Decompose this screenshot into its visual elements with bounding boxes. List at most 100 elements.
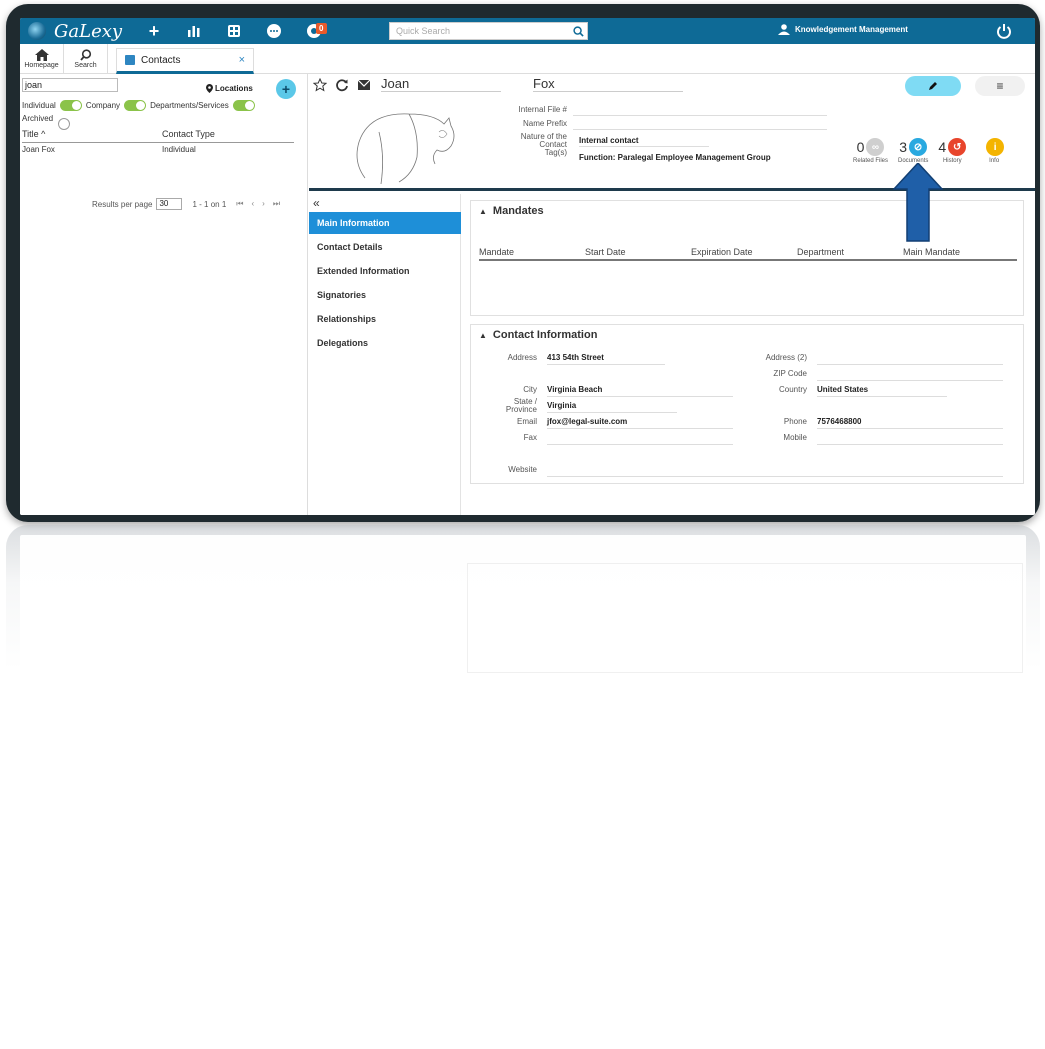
related-files-stat[interactable]: 0 ∞ Related Files: [853, 138, 888, 164]
reflection-screen: [20, 535, 1026, 673]
city-label: City: [523, 385, 537, 394]
refresh-icon[interactable]: [335, 78, 349, 92]
chat-icon[interactable]: [264, 21, 284, 41]
filter-departments-label: Departments/Services: [150, 101, 229, 110]
hamburger-menu-button[interactable]: ≡: [975, 76, 1025, 96]
list-header: Title ^ Contact Type: [22, 129, 294, 143]
history-count: 4: [938, 139, 947, 155]
user-menu[interactable]: Knowledgement Management: [778, 24, 908, 35]
history-icon: ↺: [948, 138, 967, 156]
homepage-button[interactable]: Homepage: [20, 44, 64, 74]
address-field[interactable]: 413 54th Street: [547, 353, 665, 365]
address-label: Address: [507, 353, 537, 362]
pagination: Results per page 30 1 - 1 on 1 ⏮‹›⏭: [92, 198, 288, 210]
close-icon[interactable]: ×: [239, 54, 245, 66]
nav-delegations[interactable]: Delegations: [309, 332, 461, 354]
tab-contacts-label: Contacts: [141, 54, 181, 66]
search-icon[interactable]: [569, 22, 587, 40]
nav-extended-information[interactable]: Extended Information: [309, 260, 461, 282]
results-per-page-input[interactable]: 30: [156, 198, 183, 210]
stats-icon[interactable]: [184, 21, 204, 41]
locations-label: Locations: [215, 84, 253, 93]
mandates-table-header: Mandate Start Date Expiration Date Depar…: [479, 245, 1017, 261]
search-nav-button[interactable]: Search: [64, 44, 108, 74]
contact-type-column-header[interactable]: Contact Type: [162, 129, 215, 139]
zip-label: ZIP Code: [773, 369, 807, 378]
contact-information-section: ▲ Contact Information Address 413 54th St…: [470, 324, 1024, 484]
related-files-label: Related Files: [853, 158, 889, 164]
history-stat[interactable]: 4 ↺ History: [938, 138, 967, 164]
nature-of-contact-field[interactable]: Internal contact: [579, 136, 709, 147]
state-label: State / Province: [505, 397, 537, 414]
contact-search-input[interactable]: joan: [22, 78, 118, 92]
country-field[interactable]: United States: [817, 385, 947, 397]
tab-contacts[interactable]: Contacts ×: [116, 48, 254, 74]
website-label: Website: [508, 465, 537, 474]
last-name-field[interactable]: Fox: [533, 76, 683, 92]
address2-field[interactable]: [817, 353, 1003, 365]
edit-button[interactable]: [905, 76, 961, 96]
nav-contact-details[interactable]: Contact Details: [309, 236, 461, 258]
contact-card-icon: [125, 55, 135, 65]
section-nav: « Main Information Contact Details Exten…: [309, 194, 461, 515]
fax-field[interactable]: [547, 433, 733, 445]
nav-relationships[interactable]: Relationships: [309, 308, 461, 330]
logo-orb-icon: [28, 22, 46, 40]
mobile-field[interactable]: [817, 433, 1003, 445]
notifications-icon[interactable]: 0: [304, 21, 327, 41]
top-bar: GaLexy + 0 Quick Search Knowledgement Ma…: [20, 18, 1035, 44]
quick-search-input[interactable]: Quick Search: [389, 22, 588, 40]
star-icon[interactable]: [313, 78, 327, 92]
internal-file-field[interactable]: [573, 105, 827, 116]
locations-button[interactable]: Locations: [206, 84, 253, 93]
calculator-icon[interactable]: [224, 21, 244, 41]
info-stat[interactable]: i Info: [984, 138, 1005, 164]
add-contact-button[interactable]: +: [276, 79, 296, 99]
results-range: 1 - 1 on 1: [192, 199, 227, 209]
state-field[interactable]: Virginia: [547, 401, 677, 413]
nature-label: Nature of the Contact Tag(s): [520, 132, 567, 157]
info-icon: i: [986, 138, 1005, 156]
mandates-title[interactable]: ▲ Mandates: [479, 205, 544, 217]
user-name: Knowledgement Management: [795, 25, 908, 34]
nav-signatories[interactable]: Signatories: [309, 284, 461, 306]
email-label: Email: [516, 417, 537, 426]
documents-stat[interactable]: 3 ⊘ Documents: [898, 138, 928, 164]
paperclip-icon: ⊘: [909, 138, 928, 156]
website-field[interactable]: [547, 465, 1003, 477]
pager-arrows-icon[interactable]: ⏮‹›⏭: [236, 199, 288, 209]
phone-field[interactable]: 7576468800: [817, 417, 1003, 429]
table-row[interactable]: Joan Fox Individual: [22, 145, 294, 157]
location-pin-icon: [206, 84, 213, 93]
name-prefix-label: Name Prefix: [522, 119, 567, 128]
address2-label: Address (2): [765, 353, 807, 362]
email-field[interactable]: jfox@legal-suite.com: [547, 417, 733, 429]
power-icon[interactable]: [994, 21, 1014, 41]
first-name-field[interactable]: Joan: [381, 76, 501, 92]
row-title: Joan Fox: [22, 145, 55, 154]
title-column-header[interactable]: Title ^: [22, 129, 45, 139]
add-icon[interactable]: +: [144, 21, 164, 41]
reflection-ghost-panel: [467, 563, 1023, 673]
individual-toggle[interactable]: [59, 100, 82, 111]
name-prefix-field[interactable]: [573, 119, 827, 130]
collapse-icon[interactable]: «: [313, 196, 320, 210]
tags-field[interactable]: Function: Paralegal Employee Management …: [579, 153, 789, 164]
search-nav-icon: [79, 49, 91, 61]
department-column: Department: [797, 247, 845, 257]
quick-search-placeholder: Quick Search: [396, 26, 451, 36]
phone-label: Phone: [783, 417, 807, 426]
zip-field[interactable]: [817, 369, 1003, 381]
email-icon[interactable]: [357, 79, 371, 91]
device-frame: GaLexy + 0 Quick Search Knowledgement Ma…: [6, 4, 1040, 522]
history-label: History: [942, 158, 962, 164]
contact-information-title[interactable]: ▲ Contact Information: [479, 329, 597, 341]
nav-main-information[interactable]: Main Information: [309, 212, 461, 234]
departments-toggle[interactable]: [232, 100, 255, 111]
main-mandate-column: Main Mandate: [903, 247, 961, 257]
company-toggle[interactable]: [124, 100, 147, 111]
app-logo[interactable]: GaLexy: [28, 21, 122, 42]
city-field[interactable]: Virginia Beach: [547, 385, 733, 397]
notification-badge: 0: [316, 23, 327, 34]
filter-individual-label: Individual: [22, 101, 56, 110]
